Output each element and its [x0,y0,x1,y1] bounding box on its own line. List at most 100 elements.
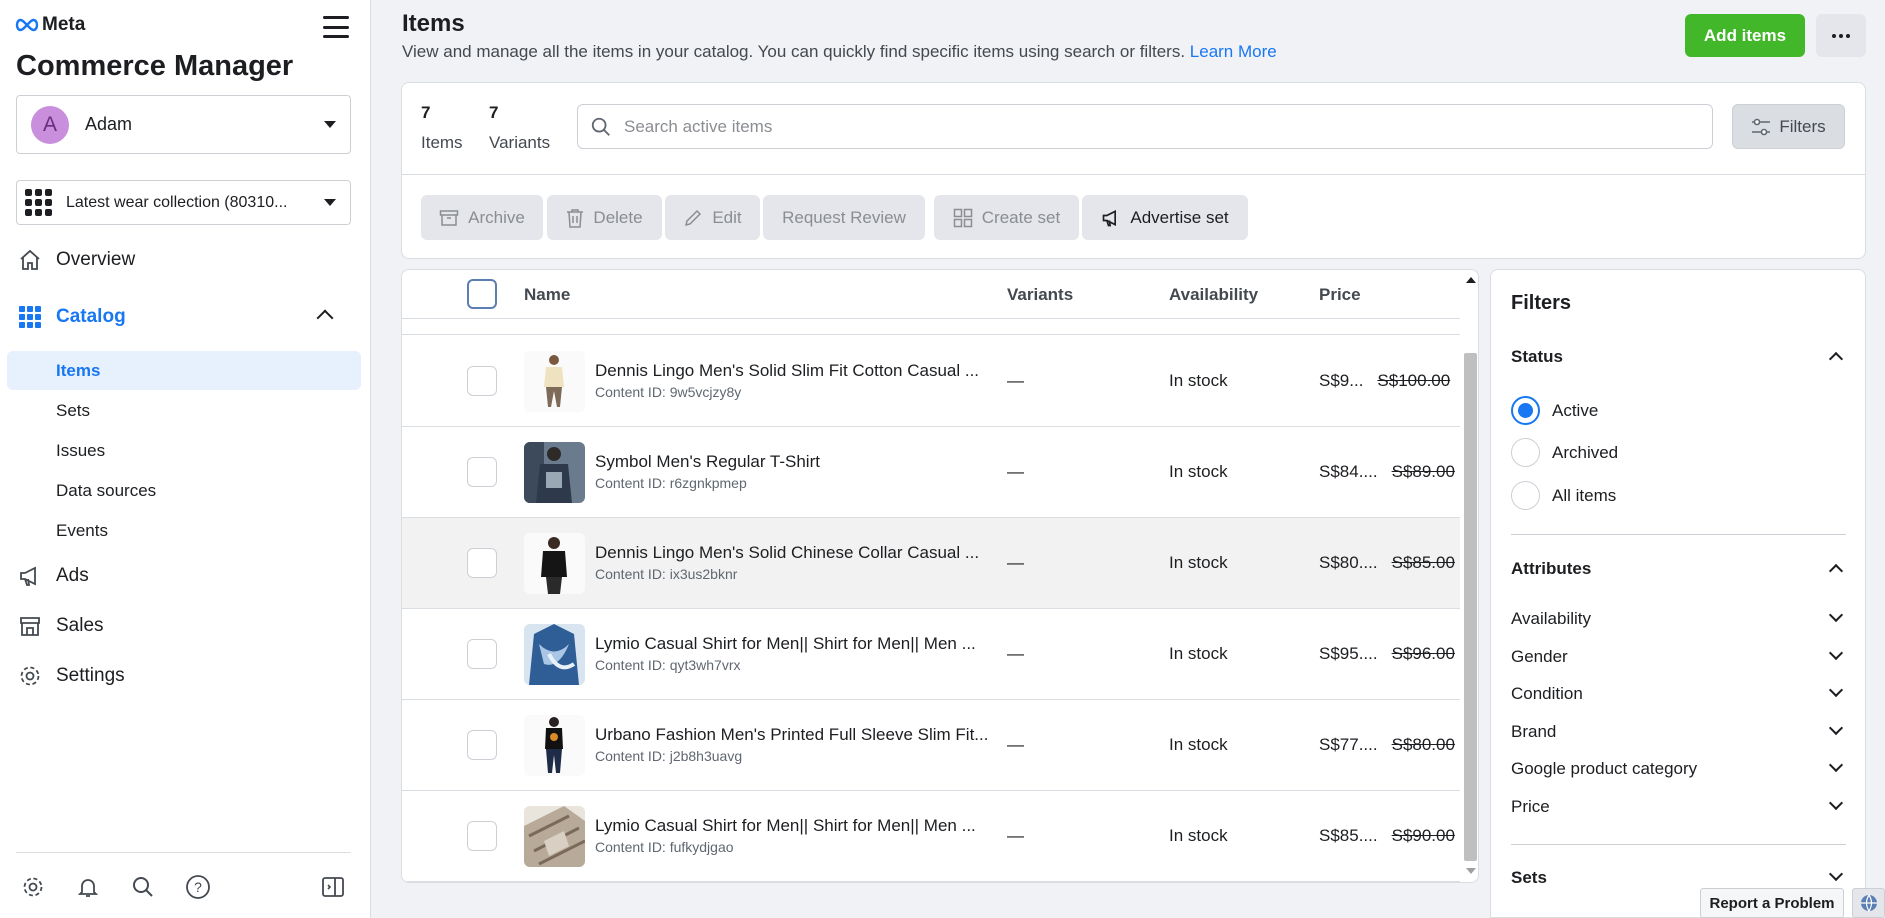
add-items-button[interactable]: Add items [1685,14,1805,57]
nav-sales[interactable]: Sales [16,612,104,640]
chevron-down-icon[interactable] [1828,720,1844,736]
row-checkbox[interactable] [467,639,497,669]
nav-overview[interactable]: Overview [16,246,135,274]
catalog-selector[interactable]: Latest wear collection (80310... [16,180,351,225]
item-variants: — [1007,462,1024,481]
edit-button[interactable]: Edit [665,195,760,240]
table-row[interactable]: Dennis Lingo Men's Solid Chinese Collar … [402,518,1460,609]
table-row[interactable]: Dennis Lingo Men's Solid Slim Fit Cotton… [402,336,1460,427]
radio-button[interactable] [1511,438,1540,467]
col-price[interactable]: Price [1319,285,1361,305]
attribute-brand[interactable]: Brand [1511,722,1556,742]
sidebar: Meta Commerce Manager A Adam Latest wear… [0,0,371,918]
chevron-down-icon[interactable] [1828,607,1844,623]
nav-catalog[interactable]: Catalog [16,303,126,331]
chevron-down-icon[interactable] [1828,645,1844,661]
table-row[interactable]: Lymio Casual Shirt for Men|| Shirt for M… [402,609,1460,700]
scroll-thumb[interactable] [1464,353,1477,861]
attributes-section-header[interactable]: Attributes [1511,559,1591,579]
nav-ads[interactable]: Ads [16,562,89,590]
settings-gear-icon[interactable] [19,873,47,901]
filters-divider [1511,534,1846,535]
attribute-google-product-category[interactable]: Google product category [1511,759,1697,779]
learn-more-link[interactable]: Learn More [1190,42,1277,61]
archive-button[interactable]: Archive [421,195,543,240]
chevron-down-icon[interactable] [1828,866,1844,882]
account-selector[interactable]: A Adam [16,95,351,154]
search-icon[interactable] [129,873,157,901]
item-name[interactable]: Dennis Lingo Men's Solid Chinese Collar … [595,543,995,563]
status-option-archived[interactable]: Archived [1511,438,1618,467]
help-icon[interactable]: ? [184,873,212,901]
attribute-price[interactable]: Price [1511,797,1550,817]
item-variants: — [1007,644,1024,663]
attribute-availability[interactable]: Availability [1511,609,1591,629]
create-set-button[interactable]: Create set [934,195,1079,240]
bell-icon[interactable] [74,873,102,901]
col-name[interactable]: Name [524,285,570,305]
search-box[interactable] [577,104,1713,149]
advertise-set-button[interactable]: Advertise set [1082,195,1248,240]
sidebar-item-events[interactable]: Events [56,521,108,541]
item-variants: — [1007,735,1024,754]
table-row[interactable]: Lymio Casual Shirt for Men|| Shirt for M… [402,791,1460,882]
item-name[interactable]: Urbano Fashion Men's Printed Full Sleeve… [595,725,995,745]
nav-settings[interactable]: Settings [16,662,125,690]
scroll-up-arrow-icon[interactable] [1466,277,1476,283]
radio-button[interactable] [1511,481,1540,510]
chevron-up-icon[interactable] [1828,351,1844,367]
col-availability[interactable]: Availability [1169,285,1258,305]
status-section-header[interactable]: Status [1511,347,1563,367]
sidebar-item-items[interactable]: Items [56,361,100,381]
table-row[interactable]: Symbol Men's Regular T-Shirt Content ID:… [402,427,1460,518]
request-review-button[interactable]: Request Review [763,195,925,240]
table-row[interactable]: Urbano Fashion Men's Printed Full Sleeve… [402,700,1460,791]
sidebar-item-issues[interactable]: Issues [56,441,105,461]
item-name[interactable]: Lymio Casual Shirt for Men|| Shirt for M… [595,634,995,654]
sets-section-header[interactable]: Sets [1511,868,1547,888]
items-count-value: 7 [421,103,431,122]
row-checkbox[interactable] [467,730,497,760]
row-checkbox[interactable] [467,548,497,578]
item-sale-price: S$95.... [1319,644,1378,663]
chevron-up-icon[interactable] [316,309,334,327]
sidebar-item-data-sources[interactable]: Data sources [56,481,156,501]
more-options-button[interactable] [1816,14,1866,57]
create-set-label: Create set [981,207,1061,227]
item-name[interactable]: Dennis Lingo Men's Solid Slim Fit Cotton… [595,361,995,381]
select-all-checkbox[interactable] [467,279,497,309]
product-thumbnail [524,351,585,412]
search-input[interactable] [624,116,1524,137]
items-count: 7 Items [421,103,463,153]
delete-button[interactable]: Delete [547,195,662,240]
attribute-gender[interactable]: Gender [1511,647,1568,667]
sidebar-item-sets[interactable]: Sets [56,401,90,421]
store-icon [16,612,44,640]
report-problem-button[interactable]: Report a Problem [1700,888,1844,918]
delete-label: Delete [593,207,643,227]
col-variants[interactable]: Variants [1007,285,1073,305]
table-scrollbar[interactable] [1461,270,1478,882]
row-checkbox[interactable] [467,457,497,487]
chevron-up-icon[interactable] [1828,563,1844,579]
item-name[interactable]: Symbol Men's Regular T-Shirt [595,452,995,472]
chevron-down-icon[interactable] [1828,682,1844,698]
scroll-down-arrow-icon[interactable] [1466,868,1476,874]
item-original-price: S$90.00 [1391,826,1455,845]
meta-logo[interactable]: Meta [15,14,85,36]
meta-infinity-icon [15,18,39,32]
row-checkbox[interactable] [467,366,497,396]
collapse-panel-icon[interactable] [319,873,347,901]
status-option-all[interactable]: All items [1511,481,1616,510]
row-checkbox[interactable] [467,821,497,851]
chevron-down-icon[interactable] [1828,795,1844,811]
chevron-down-icon[interactable] [1828,757,1844,773]
filters-button[interactable]: Filters [1732,104,1845,149]
radio-button[interactable] [1511,396,1540,425]
attribute-condition[interactable]: Condition [1511,684,1583,704]
menu-icon[interactable] [323,16,349,38]
product-thumbnail [524,806,585,867]
status-option-active[interactable]: Active [1511,396,1598,425]
item-name[interactable]: Lymio Casual Shirt for Men|| Shirt for M… [595,816,995,836]
globe-icon[interactable] [1852,888,1885,918]
